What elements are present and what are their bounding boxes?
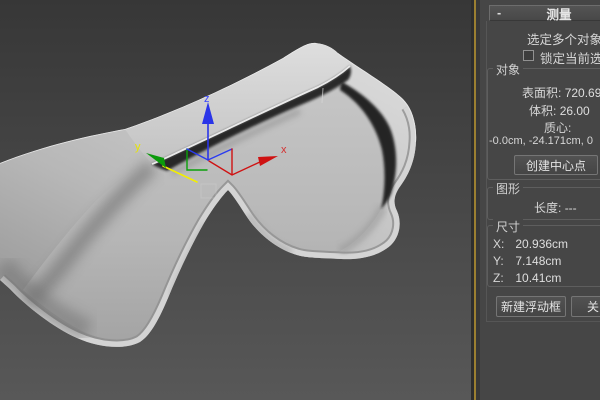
lock-selection-label: 锁定当前选择 <box>540 48 600 67</box>
length-row: 长度: --- <box>534 199 577 216</box>
dim-x-label: X: <box>493 237 512 251</box>
selection-note: 选定多个对象 <box>527 29 600 48</box>
dim-y-label: Y: <box>493 254 512 268</box>
group-object: 对象 表面积: 720.69 体积: 26.00 质心: -0.0cm, -24… <box>487 68 600 180</box>
volume-label: 体积: <box>529 104 556 118</box>
group-shape: 图形 长度: --- <box>487 187 600 220</box>
group-object-title: 对象 <box>493 61 523 78</box>
dim-x-value: 20.936cm <box>515 237 568 251</box>
length-label: 长度: <box>534 201 561 215</box>
length-value: --- <box>565 201 577 215</box>
centroid-value: -0.0cm, -24.171cm, 0 <box>489 135 593 147</box>
gizmo-x-label: x <box>281 144 287 156</box>
new-floater-button[interactable]: 新建浮动框 <box>496 296 566 317</box>
rollout-title: 测量 <box>546 4 571 23</box>
surface-area-value: 720.69 <box>565 86 600 100</box>
centroid-label: 质心: <box>544 119 571 136</box>
gizmo-z-label: z <box>204 93 210 105</box>
dimension-row-x: X: 20.936cm <box>493 237 568 251</box>
dimension-row-z: Z: 10.41cm <box>493 271 561 285</box>
volume-value: 26.00 <box>560 104 590 118</box>
app-window: { "viewport": { "gizmo": { "x_label": "x… <box>0 0 600 400</box>
collapse-icon[interactable]: - <box>497 6 501 20</box>
lock-selection-checkbox[interactable] <box>523 50 534 61</box>
gizmo-y-label: y <box>135 141 141 153</box>
dimension-row-y: Y: 7.148cm <box>493 254 561 268</box>
surface-area-row: 表面积: 720.69 <box>522 84 600 101</box>
dim-z-label: Z: <box>493 271 512 285</box>
volume-row: 体积: 26.00 <box>529 102 590 119</box>
viewport-canvas: x y z <box>0 0 474 400</box>
viewport-3d[interactable]: x y z <box>0 0 474 400</box>
surface-area-label: 表面积: <box>522 86 561 100</box>
close-button[interactable]: 关闭 <box>571 296 600 317</box>
group-shape-title: 图形 <box>493 180 523 197</box>
group-dimensions: 尺寸 X: 20.936cm Y: 7.148cm Z: 10.41cm <box>487 225 600 287</box>
dim-z-value: 10.41cm <box>515 271 561 285</box>
group-dimensions-title: 尺寸 <box>493 218 523 235</box>
create-center-point-button[interactable]: 创建中心点 <box>514 155 598 175</box>
dim-y-value: 7.148cm <box>515 254 561 268</box>
rollout-header-measure[interactable]: - 测量 <box>489 5 600 21</box>
measure-panel: - 测量 选定多个对象 锁定当前选择 对象 表面积: 720.69 体积: 26… <box>480 0 600 400</box>
